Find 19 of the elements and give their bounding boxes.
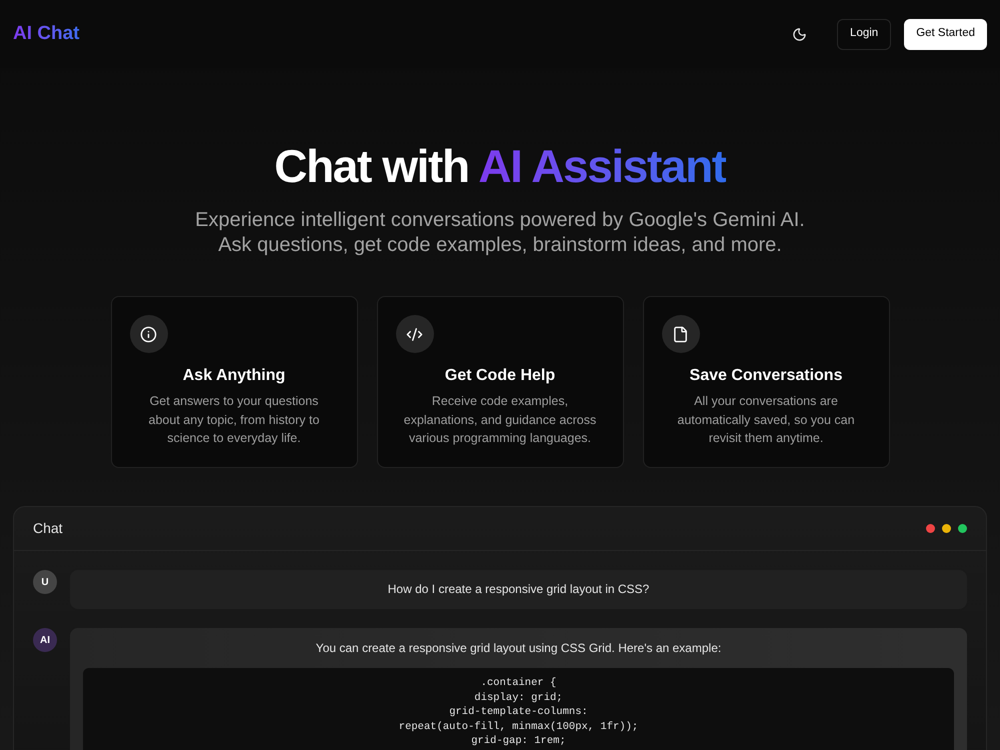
document-icon [662, 315, 700, 353]
user-avatar: U [33, 570, 57, 594]
message-text: You can create a responsive grid layout using CSS Grid. Here's an example: [314, 640, 722, 657]
chat-title: Chat [33, 519, 63, 538]
feature-title: Get Code Help [444, 366, 556, 386]
feature-description: All your conversations are automatically saved, so you can revisit them anytime. [676, 393, 856, 447]
info-icon [130, 315, 168, 353]
moon-icon [792, 26, 808, 42]
feature-description: Get answers to your questions about any topic, from history to science to everyday life. [148, 393, 320, 447]
feature-title: Save Conversations [688, 366, 844, 386]
feature-title: Ask Anything [182, 366, 286, 386]
hero-subtitle: Experience intelligent conversations powered by Google's Gemini AI. Ask questions, get code examples, brainstorm ideas, and more. [194, 208, 806, 258]
get-started-button[interactable]: Get Started [904, 18, 987, 50]
assistant-avatar: AI [33, 628, 57, 652]
code-icon [396, 315, 434, 353]
feature-description: Receive code examples, explanations, and guidance across various programming languages. [402, 393, 598, 447]
login-button[interactable]: Login [837, 18, 892, 50]
message-text: How do I create a responsive grid layout in CSS? [386, 581, 650, 598]
code-text: .container { display: grid; grid-template-columns: repeat(auto-fill, minmax(100px, 1fr)); grid-gap: 1rem; [398, 676, 640, 748]
